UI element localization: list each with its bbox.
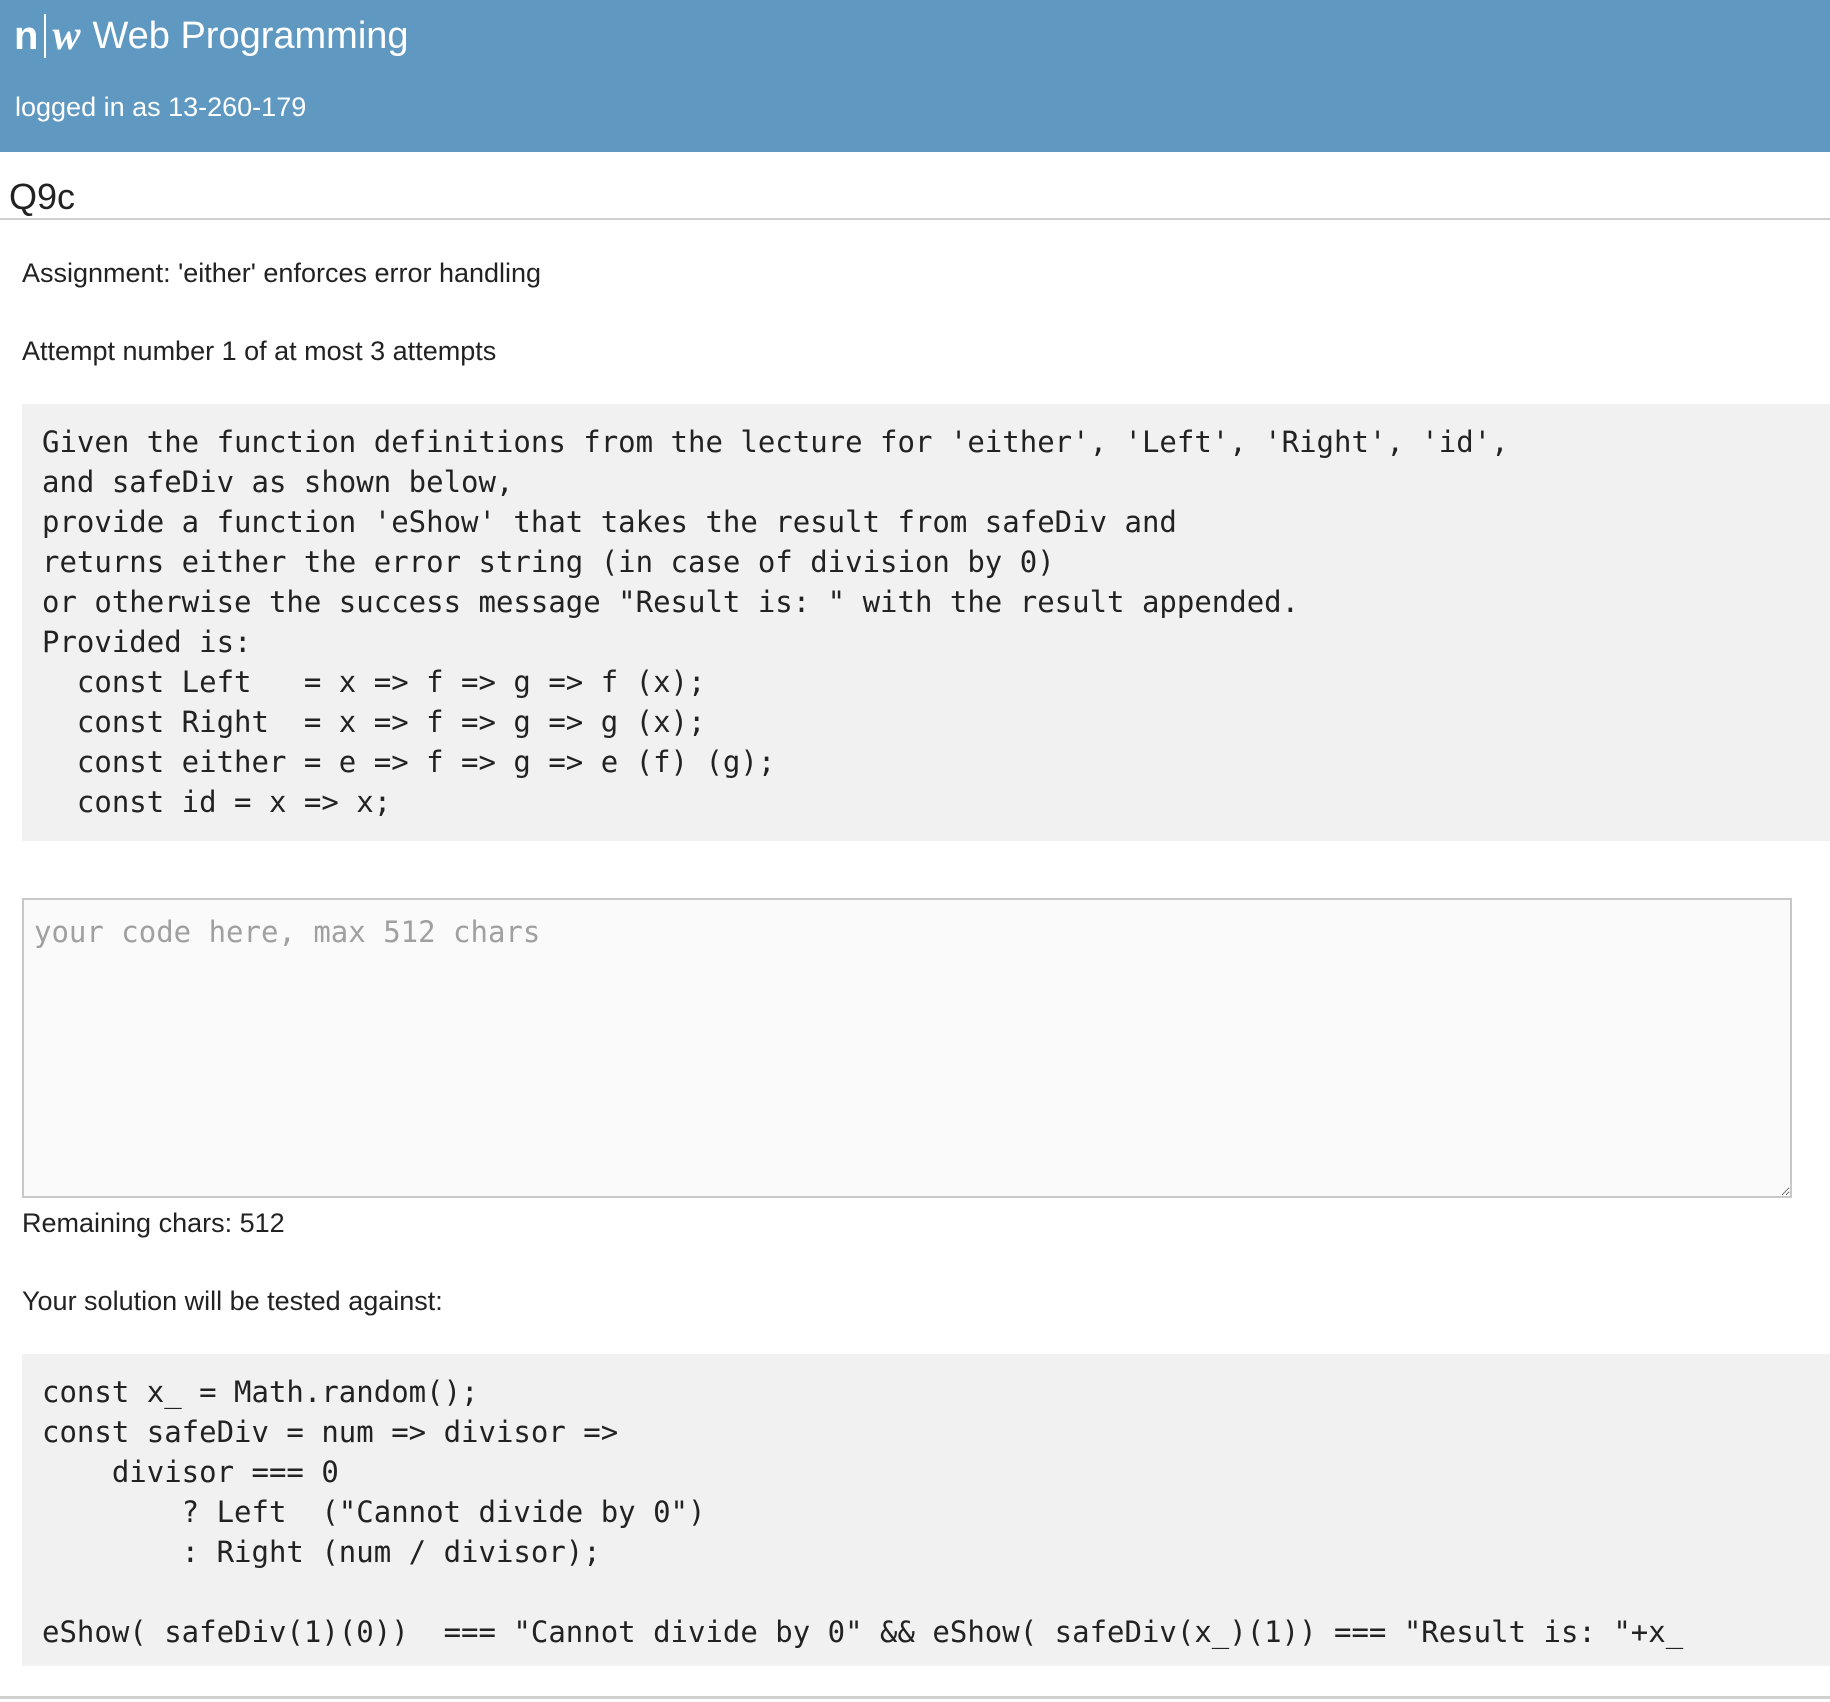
- assignment-text: Assignment: 'either' enforces error hand…: [22, 258, 542, 288]
- logo-n: n: [14, 14, 39, 58]
- attempt-text: Attempt number 1 of at most 3 attempts: [22, 336, 497, 366]
- title-divider: [0, 218, 1830, 220]
- app-header: n w Web Programming logged in as 13-260-…: [0, 0, 1830, 152]
- code-input[interactable]: [22, 898, 1792, 1198]
- task-description-code: Given the function definitions from the …: [22, 404, 1830, 841]
- test-code: const x_ = Math.random(); const safeDiv …: [22, 1354, 1830, 1666]
- login-status: logged in as 13-260-179: [15, 92, 307, 122]
- tested-against-label: Your solution will be tested against:: [22, 1286, 443, 1316]
- page-title: Q9c: [9, 176, 76, 217]
- remaining-chars: Remaining chars: 512: [22, 1208, 285, 1238]
- bottom-divider: [0, 1696, 1830, 1699]
- brand[interactable]: n w Web Programming: [14, 12, 409, 60]
- app-title[interactable]: Web Programming: [92, 16, 408, 56]
- logo-divider: [44, 14, 47, 58]
- logo-w: w: [52, 13, 81, 59]
